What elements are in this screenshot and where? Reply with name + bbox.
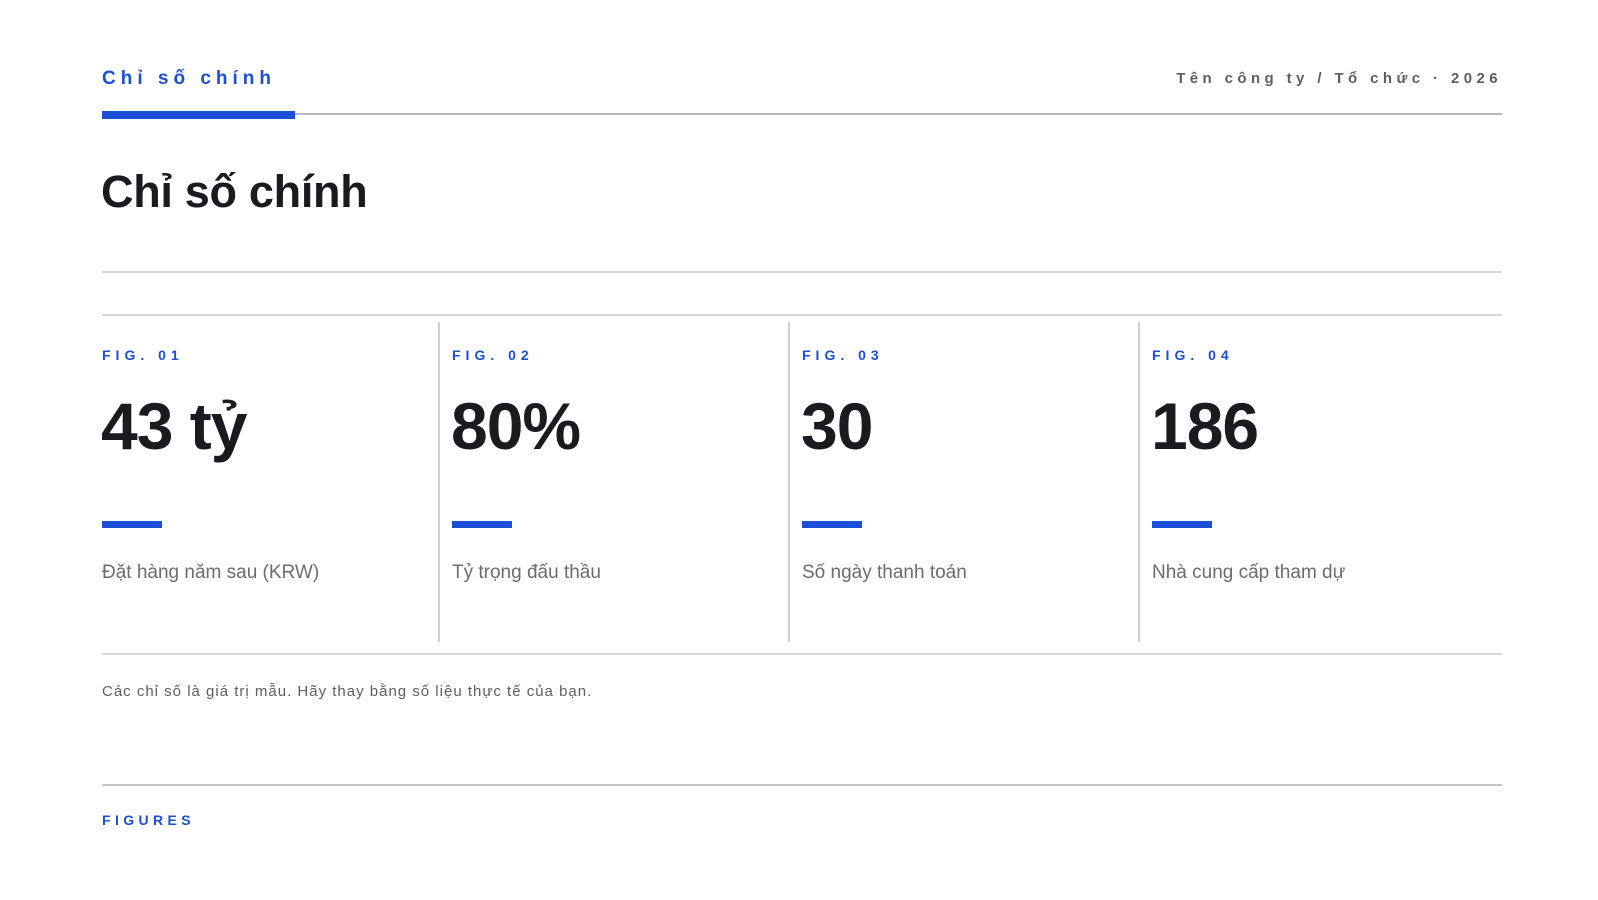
metrics-bottom-divider bbox=[102, 653, 1502, 655]
metric-accent-bar bbox=[802, 521, 862, 528]
metrics-grid: FIG. 01 43 tỷ Đặt hàng năm sau (KRW) FIG… bbox=[101, 322, 1502, 642]
metric-label: Số ngày thanh toán bbox=[802, 562, 967, 583]
metric-accent-bar bbox=[102, 521, 162, 528]
metric-card-1: FIG. 01 43 tỷ Đặt hàng năm sau (KRW) bbox=[101, 322, 442, 642]
metric-card-3: FIG. 03 30 Số ngày thanh toán bbox=[788, 322, 1142, 642]
metric-label: Tỷ trọng đấu thầu bbox=[452, 562, 601, 583]
header-accent-bar bbox=[102, 111, 295, 119]
metric-card-2: FIG. 02 80% Tỷ trọng đấu thầu bbox=[438, 322, 792, 642]
page-title: Chỉ số chính bbox=[101, 166, 368, 217]
organization-year: Tên công ty / Tổ chức · 2026 bbox=[1176, 70, 1502, 87]
metric-label: Nhà cung cấp tham dự bbox=[1152, 562, 1346, 583]
slide: Chỉ số chính Tên công ty / Tổ chức · 202… bbox=[101, 0, 1502, 900]
footnote: Các chỉ số là giá trị mẫu. Hãy thay bằng… bbox=[102, 683, 593, 700]
metric-fig-label: FIG. 01 bbox=[102, 347, 184, 363]
header-divider bbox=[102, 113, 1502, 115]
metric-card-4: FIG. 04 186 Nhà cung cấp tham dự bbox=[1138, 322, 1492, 642]
metric-fig-label: FIG. 02 bbox=[452, 347, 534, 363]
metric-accent-bar bbox=[1152, 521, 1212, 528]
metric-value: 186 bbox=[1151, 389, 1259, 463]
metric-accent-bar bbox=[452, 521, 512, 528]
column-divider bbox=[438, 322, 440, 642]
metric-fig-label: FIG. 03 bbox=[802, 347, 884, 363]
footer-tag: FIGURES bbox=[102, 812, 196, 828]
slide-header: Chỉ số chính Tên công ty / Tổ chức · 202… bbox=[102, 66, 1502, 119]
title-divider bbox=[102, 271, 1502, 273]
metric-fig-label: FIG. 04 bbox=[1152, 347, 1234, 363]
footer-divider bbox=[102, 784, 1502, 786]
column-divider bbox=[1138, 322, 1140, 642]
metric-value: 30 bbox=[801, 389, 873, 463]
metric-value: 80% bbox=[451, 389, 581, 463]
metric-value: 43 tỷ bbox=[101, 389, 247, 463]
metrics-top-divider bbox=[102, 314, 1502, 316]
metric-label: Đặt hàng năm sau (KRW) bbox=[102, 562, 320, 583]
column-divider bbox=[788, 322, 790, 642]
section-tag: Chỉ số chính bbox=[102, 68, 276, 89]
